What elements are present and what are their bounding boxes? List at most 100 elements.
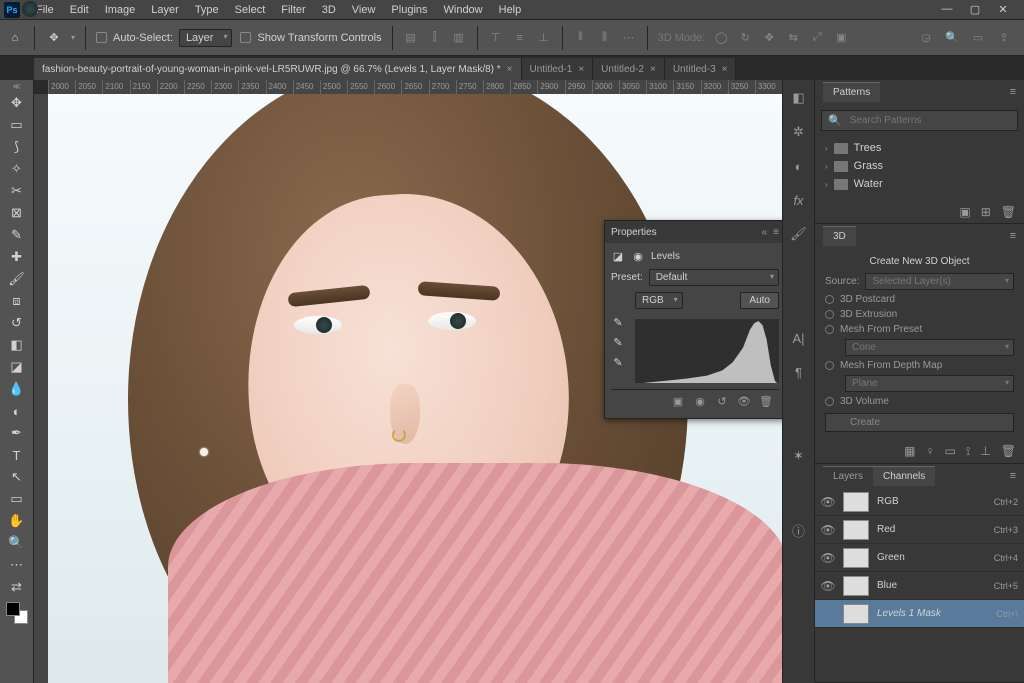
3d-orbit-icon[interactable]: ◯	[713, 30, 729, 46]
patterns-folder[interactable]: ›Grass	[821, 157, 1018, 175]
visibility-icon[interactable]: 👁	[737, 394, 751, 408]
white-point-eyedropper-icon[interactable]: ✎	[611, 355, 625, 369]
menu-filter[interactable]: Filter	[273, 2, 313, 18]
patterns-tab[interactable]: Patterns	[823, 82, 880, 102]
channel-row[interactable]: 👁RedCtrl+3	[815, 516, 1024, 544]
align-right-icon[interactable]: ▥	[451, 30, 467, 46]
3d-scene-icon[interactable]: ▭	[945, 444, 956, 459]
preset-dropdown[interactable]: Default	[649, 269, 779, 286]
dropdown-arrow-icon[interactable]: ▾	[71, 33, 75, 42]
clone-stamp-tool-icon[interactable]: ⧈	[4, 290, 30, 312]
channel-row[interactable]: Levels 1 MaskCtrl+\	[815, 600, 1024, 628]
blur-tool-icon[interactable]: 💧	[4, 378, 30, 400]
menu-window[interactable]: Window	[436, 2, 491, 18]
create-3d-button[interactable]: Create	[825, 413, 1014, 432]
pen-tool-icon[interactable]: ✒	[4, 422, 30, 444]
show-transform-checkbox[interactable]	[240, 32, 251, 43]
3d-mesh-preset-option[interactable]: Mesh From Preset	[825, 324, 1014, 335]
patterns-search[interactable]: 🔍	[821, 110, 1018, 131]
edit-toolbar-icon[interactable]: ⇄	[4, 576, 30, 598]
more-options-icon[interactable]: ⋯	[621, 30, 637, 46]
reset-icon[interactable]: ↺	[715, 394, 729, 408]
3d-depth-map-option[interactable]: Mesh From Depth Map	[825, 360, 1014, 371]
document-tab[interactable]: Untitled-1 ×	[522, 58, 594, 80]
brushes-panel-icon[interactable]: 🖌	[787, 222, 811, 246]
workspace-icon[interactable]: ▭	[970, 30, 986, 46]
move-tool-icon[interactable]: ✥	[4, 92, 30, 114]
crop-tool-icon[interactable]: ✂	[4, 180, 30, 202]
paragraph-panel-icon[interactable]: ¶	[787, 360, 811, 384]
document-tab[interactable]: Untitled-2 ×	[593, 58, 665, 80]
home-icon[interactable]: ⌂	[6, 29, 24, 47]
auto-button[interactable]: Auto	[740, 292, 779, 309]
collapse-tools-icon[interactable]: ≪	[0, 80, 33, 92]
3d-volume-option[interactable]: 3D Volume	[825, 396, 1014, 407]
3d-extrusion-option[interactable]: 3D Extrusion	[825, 309, 1014, 320]
tab-close-icon[interactable]: ×	[650, 64, 656, 75]
visibility-icon[interactable]	[821, 607, 835, 621]
show-transform-group[interactable]: Show Transform Controls	[240, 32, 381, 44]
new-group-icon[interactable]: ▣	[959, 205, 970, 219]
dodge-tool-icon[interactable]: ◐	[4, 400, 30, 422]
gradient-tool-icon[interactable]: ◪	[4, 356, 30, 378]
new-pattern-icon[interactable]: ⊞	[981, 205, 991, 219]
3d-tab[interactable]: 3D	[823, 226, 856, 246]
menu-3d[interactable]: 3D	[314, 2, 344, 18]
document-tab-active[interactable]: fashion-beauty-portrait-of-young-woman-i…	[34, 58, 522, 80]
close-icon[interactable]: ✕	[996, 3, 1010, 16]
tab-close-icon[interactable]: ×	[507, 64, 513, 75]
actions-panel-icon[interactable]: ✶	[787, 444, 811, 468]
properties-panel[interactable]: Properties « ≡ ◪ ◉ Levels Preset: Defaul…	[604, 220, 782, 419]
search-icon[interactable]: 🔍	[944, 30, 960, 46]
patterns-folder[interactable]: ›Water	[821, 175, 1018, 193]
menu-view[interactable]: View	[344, 2, 384, 18]
panel-menu-icon[interactable]: ≡	[773, 227, 779, 238]
magic-wand-tool-icon[interactable]: ✧	[4, 158, 30, 180]
menu-type[interactable]: Type	[187, 2, 227, 18]
menu-select[interactable]: Select	[227, 2, 274, 18]
menu-help[interactable]: Help	[491, 2, 530, 18]
3d-pan-icon[interactable]: ✥	[761, 30, 777, 46]
ruler-vertical[interactable]	[34, 94, 48, 683]
align-center-h-icon[interactable]: ⫿	[427, 30, 443, 46]
eraser-tool-icon[interactable]: ◧	[4, 334, 30, 356]
character-panel-icon[interactable]: A|	[787, 326, 811, 350]
3d-postcard-option[interactable]: 3D Postcard	[825, 294, 1014, 305]
auto-select-group[interactable]: Auto-Select: Layer	[96, 29, 232, 47]
3d-zoom-icon[interactable]: ⤢	[809, 30, 825, 46]
align-middle-icon[interactable]: ≡	[512, 30, 528, 46]
panel-menu-icon[interactable]: ≡	[1010, 230, 1016, 242]
frame-tool-icon[interactable]: ⊠	[4, 202, 30, 224]
zoom-tool-icon[interactable]: 🔍	[4, 532, 30, 554]
depth-map-dropdown[interactable]: Plane	[845, 375, 1014, 392]
align-top-icon[interactable]: ⊤	[488, 30, 504, 46]
3d-roll-icon[interactable]: ↻	[737, 30, 753, 46]
shape-tool-icon[interactable]: ▭	[4, 488, 30, 510]
3d-camera-icon[interactable]: ⟟	[966, 444, 970, 459]
lasso-tool-icon[interactable]: ⟆	[4, 136, 30, 158]
ruler-horizontal[interactable]: 2000205021002150220022502300235024002450…	[48, 80, 782, 94]
channels-tab[interactable]: Channels	[873, 466, 935, 486]
patterns-folder[interactable]: ›Trees	[821, 139, 1018, 157]
foreground-color-swatch[interactable]	[6, 602, 20, 616]
distribute-h-icon[interactable]: ⫴	[573, 30, 589, 46]
align-left-icon[interactable]: ▤	[403, 30, 419, 46]
hand-tool-icon[interactable]: ✋	[4, 510, 30, 532]
move-tool-icon[interactable]: ✥	[45, 29, 63, 47]
3d-new-icon[interactable]: ⊥	[980, 444, 990, 459]
color-swatch[interactable]	[6, 602, 28, 624]
auto-select-checkbox[interactable]	[96, 32, 107, 43]
marquee-tool-icon[interactable]: ▭	[4, 114, 30, 136]
3d-source-dropdown[interactable]: Selected Layer(s)	[865, 273, 1014, 290]
eyedropper-tool-icon[interactable]: ✎	[4, 224, 30, 246]
menu-layer[interactable]: Layer	[143, 2, 187, 18]
tab-close-icon[interactable]: ×	[578, 64, 584, 75]
trash-icon[interactable]: 🗑	[1001, 444, 1016, 459]
distribute-v-icon[interactable]: ⫼	[597, 30, 613, 46]
panel-menu-icon[interactable]: ≡	[1010, 86, 1016, 98]
path-select-tool-icon[interactable]: ↖	[4, 466, 30, 488]
channel-row[interactable]: 👁GreenCtrl+4	[815, 544, 1024, 572]
3d-light-icon[interactable]: ♀	[926, 444, 935, 459]
visibility-icon[interactable]: 👁	[821, 551, 835, 565]
trash-icon[interactable]: 🗑	[759, 394, 773, 408]
